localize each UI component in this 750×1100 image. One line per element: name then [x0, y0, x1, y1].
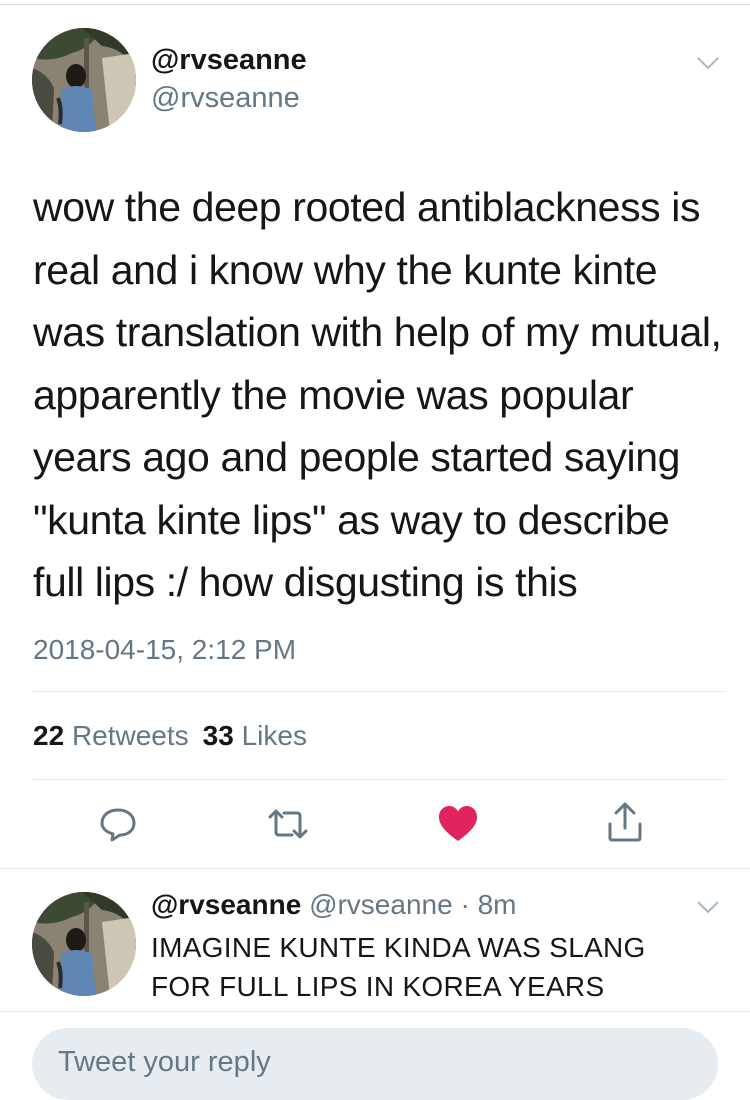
reply-text-line: FOR FULL LIPS IN KOREA YEARS — [151, 971, 605, 1002]
chevron-down-icon[interactable] — [696, 900, 720, 914]
tweet-text-line: "kunta kinte lips" as way to describe — [33, 496, 670, 543]
avatar-photo — [32, 892, 136, 996]
likes-label: Likes — [241, 720, 307, 751]
avatar[interactable] — [32, 28, 136, 132]
tweet-text: wow the deep rooted antiblackness is rea… — [33, 176, 733, 614]
retweet-button[interactable] — [266, 802, 310, 846]
like-button[interactable] — [436, 802, 480, 846]
tweet-text-line: years ago and people started saying — [33, 434, 681, 480]
reply-display-name[interactable]: @rvseanne — [151, 889, 301, 920]
tweet-text-line: real and i know why the kunte kinte — [33, 246, 658, 293]
tweet-text-line: was translation with help of my mutual, — [33, 309, 722, 355]
share-icon — [608, 802, 642, 842]
reply-icon — [100, 808, 136, 842]
reply-separator: · — [460, 889, 470, 920]
tweet-text-line: full lips :/ how disgusting is this — [33, 559, 578, 605]
top-border — [0, 4, 750, 5]
chevron-down-icon[interactable] — [696, 56, 720, 70]
tweet-text-line: wow the deep rooted antiblackness is — [33, 184, 701, 230]
compose-divider — [0, 1011, 750, 1012]
divider — [33, 691, 725, 692]
tweet-stats: 22 Retweets 33 Likes — [33, 720, 307, 752]
timestamp: 2018-04-15, 2:12 PM — [33, 634, 297, 665]
reply-time: 8m — [477, 889, 517, 920]
divider — [33, 779, 725, 780]
retweets-count: 22 — [33, 720, 65, 751]
reply-input[interactable]: Tweet your reply — [32, 1028, 718, 1100]
tweet-text-line: apparently the movie was popular — [33, 371, 634, 418]
reply-handle[interactable]: @rvseanne — [309, 889, 453, 920]
reply-avatar[interactable] — [32, 892, 136, 996]
reply-input-placeholder: Tweet your reply — [58, 1046, 271, 1078]
reply-button[interactable] — [96, 802, 140, 846]
avatar-photo — [32, 28, 136, 132]
heart-icon — [439, 806, 477, 841]
reply-text: IMAGINE KUNTE KINDA WAS SLANG FOR FULL L… — [151, 928, 711, 1006]
display-name[interactable]: @rvseanne — [151, 44, 307, 77]
handle[interactable]: @rvseanne — [151, 82, 300, 115]
likes-stat[interactable]: 33 Likes — [203, 720, 307, 751]
likes-count: 33 — [202, 720, 234, 751]
reply-header: @rvseanne @rvseanne · 8m — [151, 889, 516, 921]
reply-text-line: IMAGINE KUNTE KINDA WAS SLANG — [151, 932, 646, 963]
share-button[interactable] — [603, 800, 647, 844]
retweets-stat[interactable]: 22 Retweets — [33, 720, 189, 751]
retweet-icon — [268, 809, 308, 839]
divider — [0, 868, 750, 869]
retweets-label: Retweets — [71, 720, 189, 751]
